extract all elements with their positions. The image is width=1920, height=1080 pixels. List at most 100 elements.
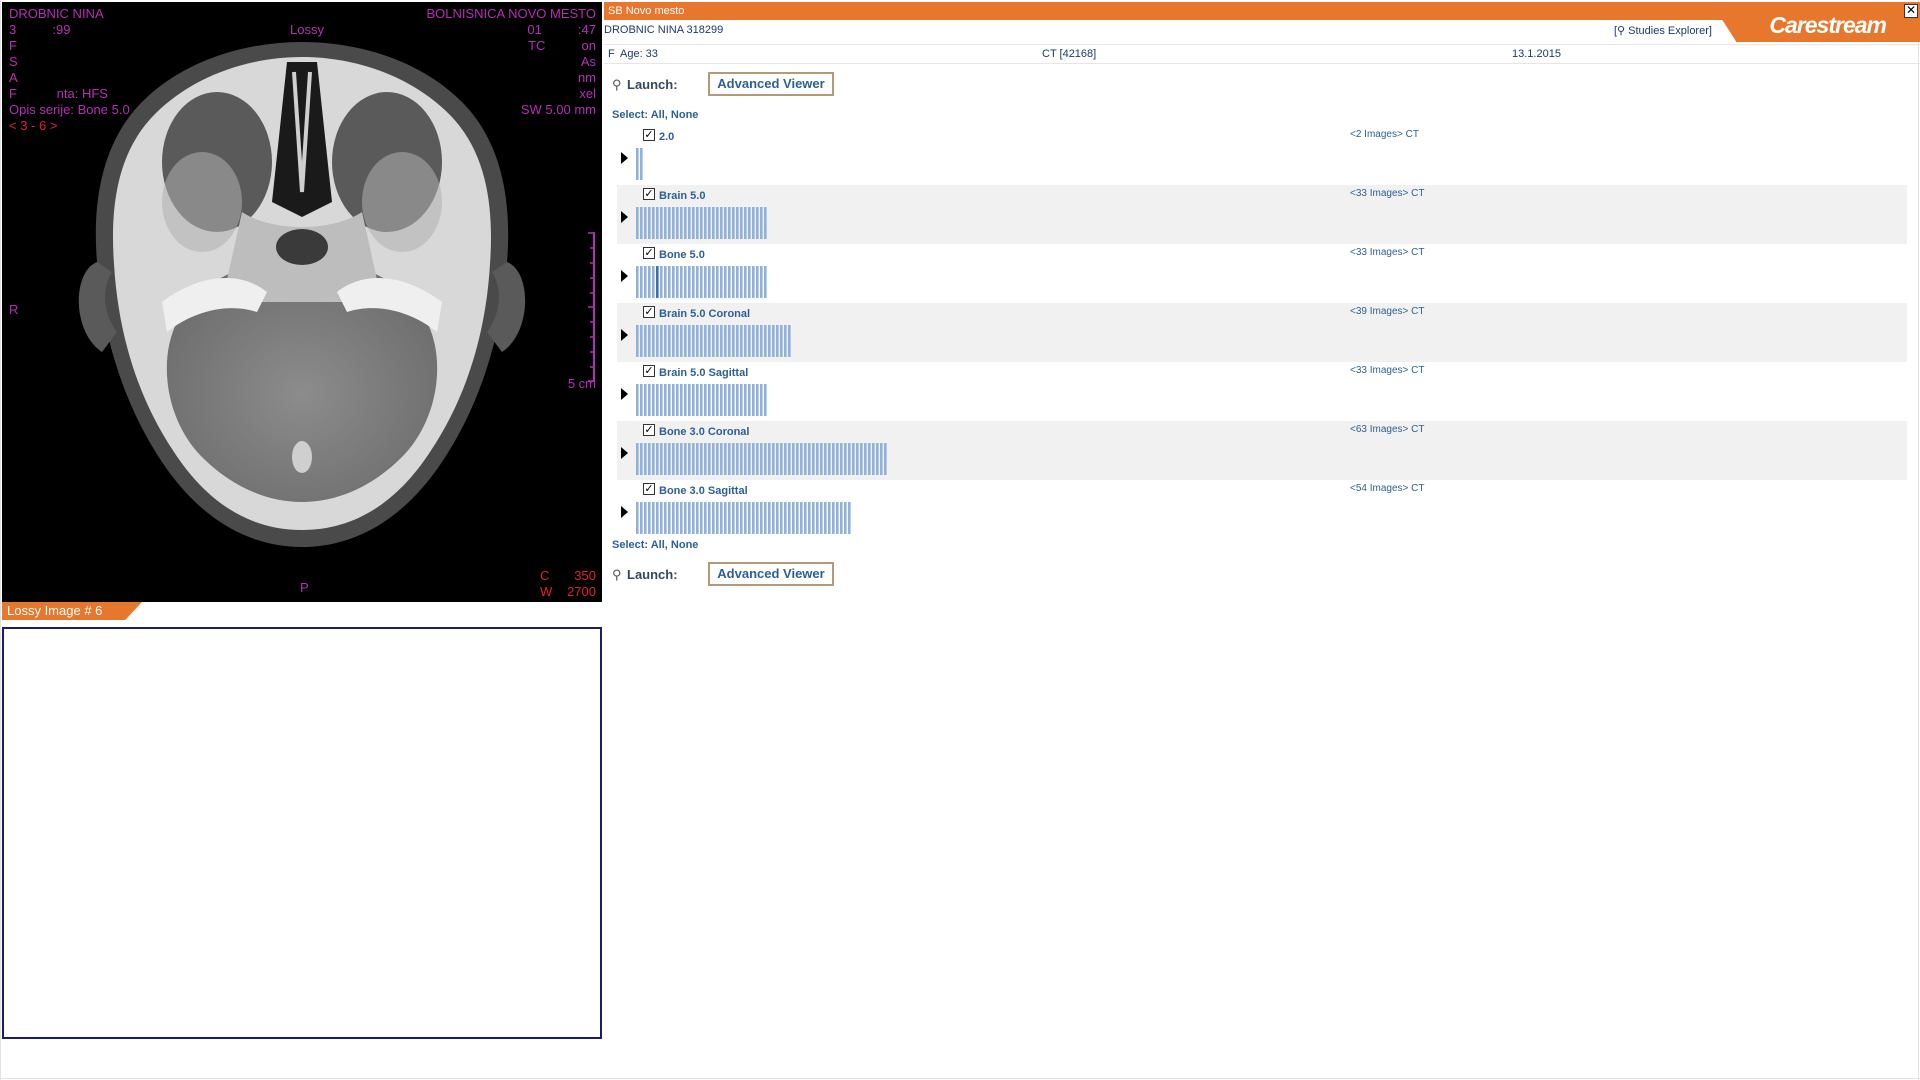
image-thumbnail bbox=[688, 325, 691, 357]
launch-label: ⚲ Launch: bbox=[612, 567, 678, 582]
expand-arrow-icon[interactable] bbox=[621, 152, 628, 164]
series-thumbnail-strip[interactable] bbox=[636, 384, 770, 416]
image-thumbnail bbox=[744, 384, 747, 416]
image-thumbnail bbox=[640, 443, 643, 475]
close-button[interactable]: ✕ bbox=[1904, 4, 1918, 18]
expand-arrow-icon[interactable] bbox=[621, 211, 628, 223]
image-thumbnail bbox=[768, 325, 771, 357]
image-thumbnail bbox=[676, 207, 679, 239]
expand-arrow-icon[interactable] bbox=[621, 388, 628, 400]
image-thumbnail bbox=[736, 207, 739, 239]
series-name[interactable]: Bone 5.0 bbox=[659, 249, 705, 261]
image-thumbnail bbox=[668, 207, 671, 239]
site-name: SB Novo mesto bbox=[608, 5, 685, 17]
image-thumbnail bbox=[752, 384, 755, 416]
image-thumbnail bbox=[776, 443, 779, 475]
series-checkbox[interactable]: ✓ bbox=[643, 129, 655, 141]
overlay-line3-left: F bbox=[9, 38, 17, 53]
image-thumbnail bbox=[744, 443, 747, 475]
image-thumbnail bbox=[640, 325, 643, 357]
thumbnail-strip-graphic bbox=[636, 148, 643, 180]
expand-arrow-icon[interactable] bbox=[621, 270, 628, 282]
image-thumbnail bbox=[808, 443, 811, 475]
series-image-count: <39 Images> CT bbox=[1350, 306, 1425, 317]
image-thumbnail bbox=[804, 443, 807, 475]
series-name[interactable]: Brain 5.0 Coronal bbox=[659, 308, 750, 320]
select-none-link[interactable]: None bbox=[671, 539, 699, 551]
overlay-line6-right: xel bbox=[579, 86, 596, 101]
window-width-label: W bbox=[540, 584, 553, 599]
series-thumbnail-strip[interactable] bbox=[636, 266, 770, 298]
series-checkbox[interactable]: ✓ bbox=[643, 483, 655, 495]
series-name[interactable]: 2.0 bbox=[659, 131, 674, 143]
series-thumbnail-strip[interactable] bbox=[636, 502, 854, 534]
advanced-viewer-button[interactable]: Advanced Viewer bbox=[708, 562, 834, 586]
image-thumbnail bbox=[760, 325, 763, 357]
image-thumbnail bbox=[760, 207, 763, 239]
overlay-line5-left: A bbox=[9, 70, 18, 85]
image-thumbnail bbox=[680, 266, 683, 298]
image-thumbnail bbox=[760, 384, 763, 416]
select-row-bottom: Select: All, None bbox=[612, 539, 699, 551]
series-checkbox[interactable]: ✓ bbox=[643, 188, 655, 200]
thumbnail-strip-graphic bbox=[636, 266, 767, 298]
select-none-link[interactable]: None bbox=[671, 109, 699, 121]
advanced-viewer-button[interactable]: Advanced Viewer bbox=[708, 72, 834, 96]
image-thumbnail bbox=[668, 325, 671, 357]
series-thumbnail-strip[interactable] bbox=[636, 443, 890, 475]
image-thumbnail bbox=[824, 443, 827, 475]
key-icon: ⚲ bbox=[612, 77, 622, 92]
image-thumbnail bbox=[664, 502, 667, 534]
series-checkbox[interactable]: ✓ bbox=[643, 365, 655, 377]
image-thumbnail bbox=[644, 325, 647, 357]
image-thumbnail bbox=[732, 266, 735, 298]
secondary-viewport[interactable] bbox=[2, 627, 602, 1039]
series-checkbox[interactable]: ✓ bbox=[643, 306, 655, 318]
image-thumbnail bbox=[664, 384, 667, 416]
expand-arrow-icon[interactable] bbox=[621, 329, 628, 341]
image-thumbnail bbox=[636, 384, 639, 416]
lossy-image-tab[interactable]: Lossy Image # 6 bbox=[2, 602, 142, 620]
select-all-link[interactable]: All bbox=[651, 539, 665, 551]
expand-arrow-icon[interactable] bbox=[621, 447, 628, 459]
image-thumbnail bbox=[704, 207, 707, 239]
studies-explorer-link[interactable]: [⚲ Studies Explorer] bbox=[1614, 24, 1712, 37]
image-thumbnail bbox=[644, 502, 647, 534]
patient-age: Age: 33 bbox=[620, 48, 658, 60]
series-name[interactable]: Brain 5.0 Sagittal bbox=[659, 367, 748, 379]
series-thumbnail-strip[interactable] bbox=[636, 325, 794, 357]
image-thumbnail bbox=[640, 266, 643, 298]
image-thumbnail bbox=[688, 502, 691, 534]
launch-label: ⚲ Launch: bbox=[612, 77, 678, 92]
image-thumbnail bbox=[880, 443, 883, 475]
image-thumbnail bbox=[748, 325, 751, 357]
image-thumbnail bbox=[648, 443, 651, 475]
image-thumbnail bbox=[812, 443, 815, 475]
series-name[interactable]: Brain 5.0 bbox=[659, 190, 705, 202]
image-thumbnail bbox=[664, 443, 667, 475]
image-thumbnail bbox=[664, 207, 667, 239]
image-thumbnail bbox=[680, 325, 683, 357]
series-checkbox[interactable]: ✓ bbox=[643, 247, 655, 259]
series-name[interactable]: Bone 3.0 Sagittal bbox=[659, 485, 748, 497]
series-thumbnail-strip[interactable] bbox=[636, 148, 646, 180]
image-viewport[interactable]: DROBNIC NINA BOLNISNICA NOVO MESTO 3 :99… bbox=[2, 2, 602, 602]
image-thumbnail bbox=[640, 148, 643, 180]
image-thumbnail bbox=[704, 443, 707, 475]
orientation-left-marker: R bbox=[9, 302, 19, 317]
image-thumbnail bbox=[684, 266, 687, 298]
series-thumbnail-strip[interactable] bbox=[636, 207, 770, 239]
image-thumbnail bbox=[696, 443, 699, 475]
slice-navigator[interactable]: < 3 - 6 > bbox=[9, 118, 57, 134]
series-row: ✓ Brain 5.0 Sagittal <33 Images> CT bbox=[617, 362, 1907, 421]
image-thumbnail bbox=[764, 325, 767, 357]
image-thumbnail bbox=[712, 266, 715, 298]
image-thumbnail bbox=[788, 325, 791, 357]
expand-arrow-icon[interactable] bbox=[621, 506, 628, 518]
image-thumbnail bbox=[752, 443, 755, 475]
image-thumbnail bbox=[692, 266, 695, 298]
select-all-link[interactable]: All bbox=[651, 109, 665, 121]
series-checkbox[interactable]: ✓ bbox=[643, 424, 655, 436]
image-thumbnail bbox=[684, 502, 687, 534]
series-name[interactable]: Bone 3.0 Coronal bbox=[659, 426, 749, 438]
